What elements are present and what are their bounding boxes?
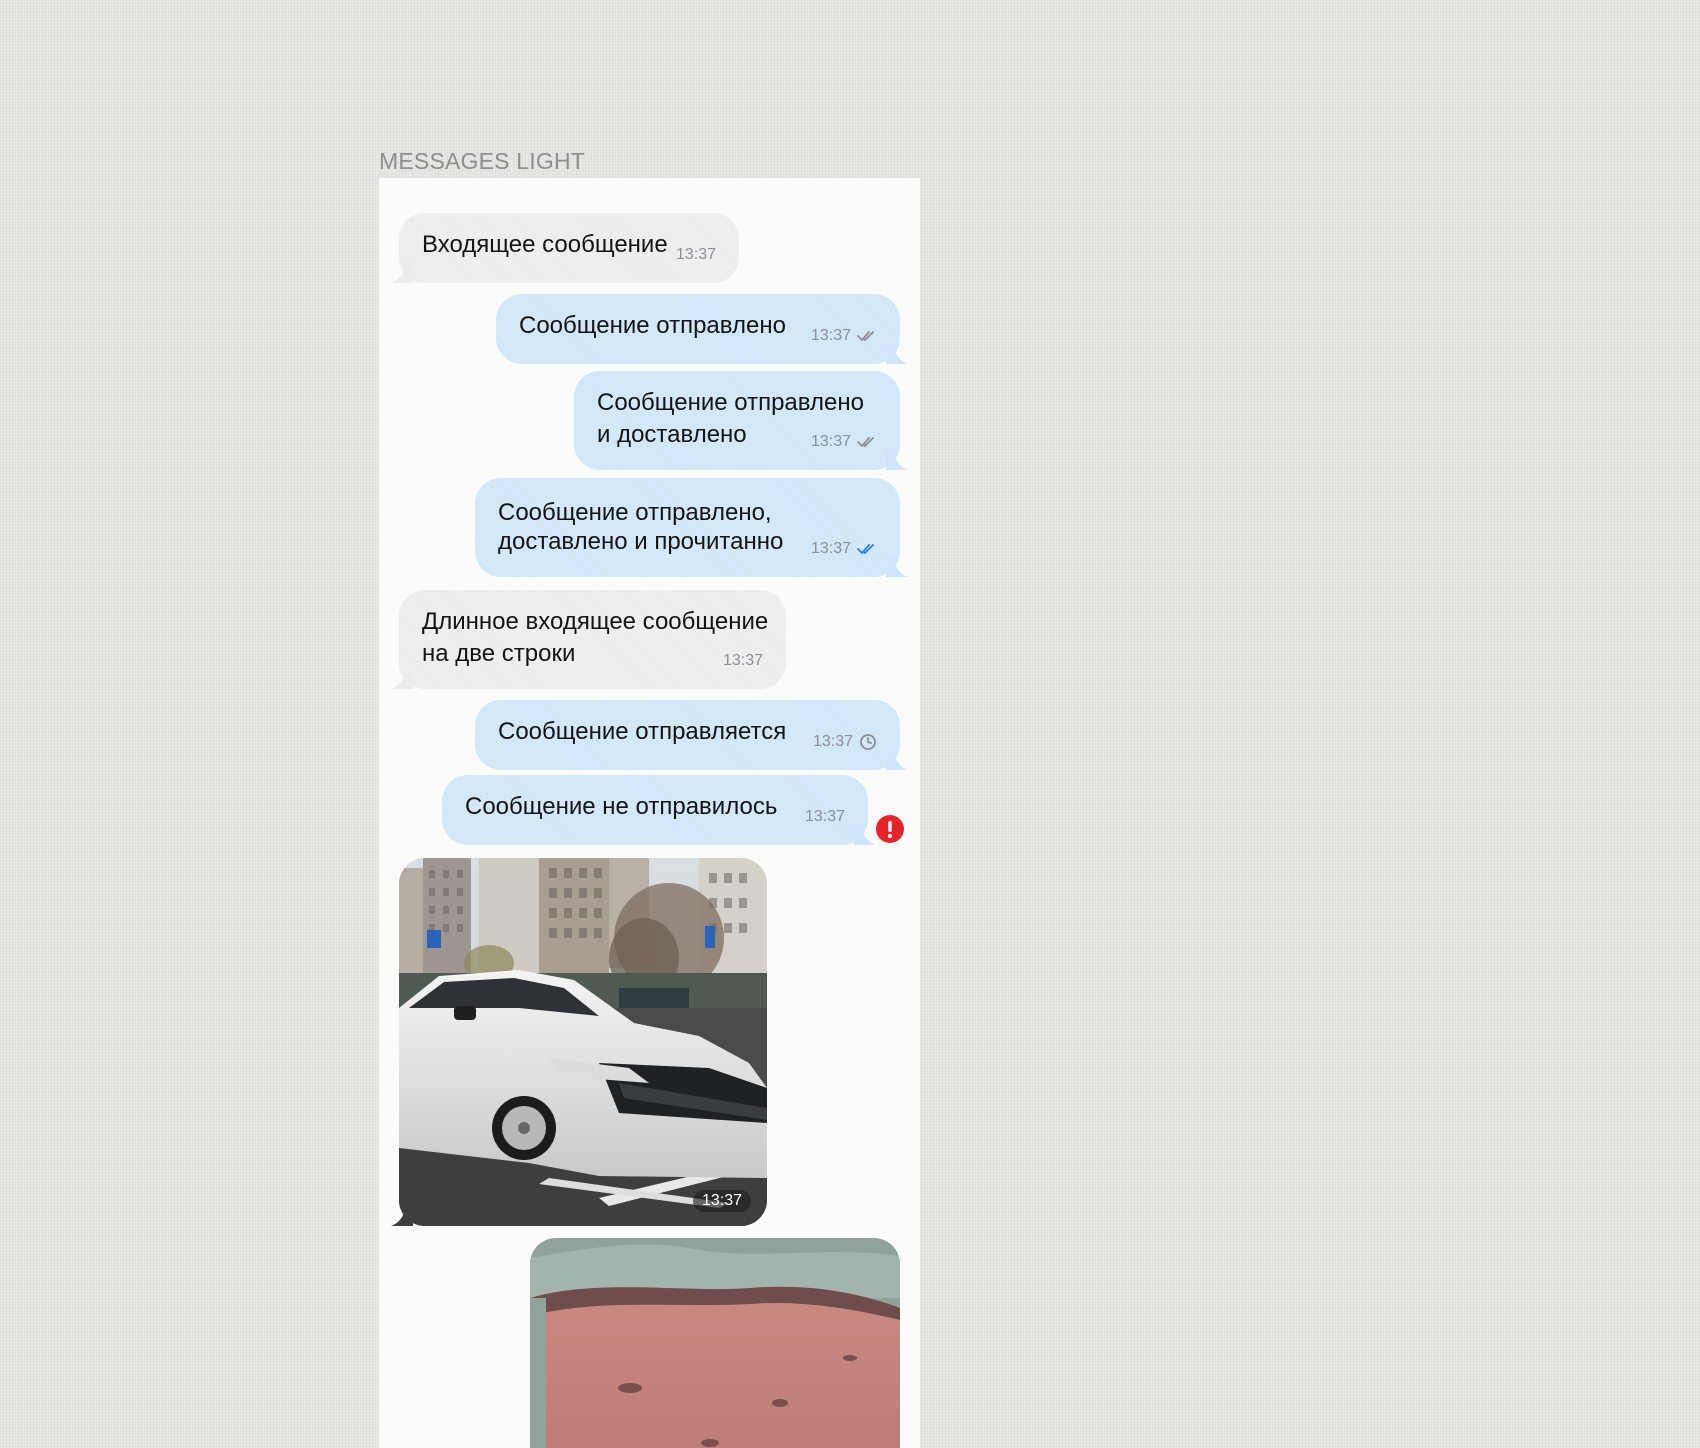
bubble-tail (886, 557, 908, 577)
message-meta: 13:37 (811, 426, 877, 458)
clock-icon (859, 733, 877, 751)
bubble-tail (391, 669, 413, 689)
outgoing-message[interactable]: Сообщение отправлено, доставлено и прочи… (475, 478, 908, 577)
message-text: Входящее сообщение (422, 231, 668, 258)
fabric-photo (530, 1238, 900, 1448)
message-time: 13:37 (722, 652, 763, 669)
incoming-message[interactable]: Входящее сообщение 13:37 (391, 213, 739, 283)
message-meta: 13:37 (676, 239, 716, 271)
message-time: 13:37 (675, 246, 716, 263)
message-text: Длинное входящее сообщение на две строки (422, 608, 769, 667)
bubble-tail (854, 825, 876, 845)
message-text: Сообщение отправлено (519, 312, 786, 339)
bubble-tail (886, 344, 908, 364)
bubble-tail (391, 263, 413, 283)
message-time: 13:37 (812, 733, 853, 750)
outgoing-message[interactable]: Сообщение отправлено 13:37 (496, 294, 908, 364)
message-time: 13:37 (810, 433, 851, 450)
message-time: 13:37 (810, 327, 851, 344)
car-photo (399, 858, 767, 1226)
photo-time: 13:37 (692, 1190, 751, 1212)
message-meta: 13:37 (811, 320, 877, 352)
message-meta: 13:37 (723, 645, 763, 677)
double-check-icon (857, 436, 877, 448)
message-time: 13:37 (804, 808, 845, 825)
outgoing-message[interactable]: Сообщение не отправилось 13:37 (442, 775, 876, 845)
bubble-tail (886, 450, 908, 470)
incoming-message[interactable]: Длинное входящее сообщение на две строки… (391, 590, 786, 689)
message-text: Сообщение отправлено, доставлено и прочи… (498, 499, 784, 555)
message-list: Входящее сообщение 13:37 Сообщение отпра… (379, 178, 920, 1448)
message-text: Сообщение не отправилось (465, 793, 778, 820)
error-icon[interactable] (876, 815, 904, 843)
message-meta: 13:37 (813, 726, 877, 758)
double-check-icon (857, 330, 877, 342)
message-time: 13:37 (810, 540, 851, 557)
message-meta: 13:37 (811, 533, 877, 565)
message-text: Сообщение отправляется (498, 718, 787, 745)
frame-title: MESSAGES LIGHT (379, 148, 586, 174)
outgoing-message[interactable]: Сообщение отправляется 13:37 (475, 700, 908, 770)
incoming-photo-message[interactable]: 13:37 (399, 858, 767, 1226)
outgoing-message[interactable]: Сообщение отправлено и доставлено 13:37 (574, 371, 908, 470)
double-check-blue-icon (857, 543, 877, 555)
photo-bubble-tail (391, 1206, 413, 1226)
bubble-tail (886, 750, 908, 770)
outgoing-photo-message[interactable] (530, 1238, 900, 1448)
message-meta: 13:37 (805, 801, 845, 833)
